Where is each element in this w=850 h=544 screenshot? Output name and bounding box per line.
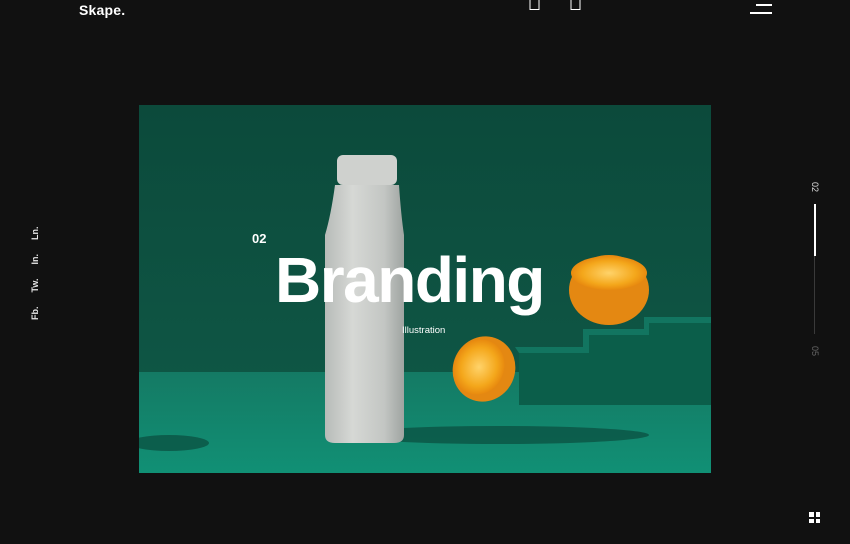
slide-number: 02	[252, 231, 267, 246]
arrow-left-icon[interactable]	[529, 0, 541, 11]
arrow-right-icon[interactable]	[570, 0, 582, 11]
slide-subtitle: Illustration	[402, 325, 446, 336]
progress-total: 05	[810, 346, 820, 357]
slide-title[interactable]: Branding	[275, 244, 545, 316]
grid-icon[interactable]	[809, 512, 820, 523]
progress-track[interactable]	[813, 204, 816, 334]
social-link-twitter[interactable]: Tw.	[30, 279, 40, 293]
progress-current: 02	[810, 182, 820, 193]
menu-icon[interactable]	[748, 4, 772, 16]
logo[interactable]: Skape.	[79, 2, 125, 18]
social-link-facebook[interactable]: Fb.	[30, 307, 40, 321]
social-links: Fb. Tw. In. Ln.	[30, 227, 40, 321]
progress-fill	[813, 204, 816, 256]
social-link-linkedin[interactable]: Ln.	[30, 227, 40, 241]
social-link-instagram[interactable]: In.	[30, 254, 40, 265]
